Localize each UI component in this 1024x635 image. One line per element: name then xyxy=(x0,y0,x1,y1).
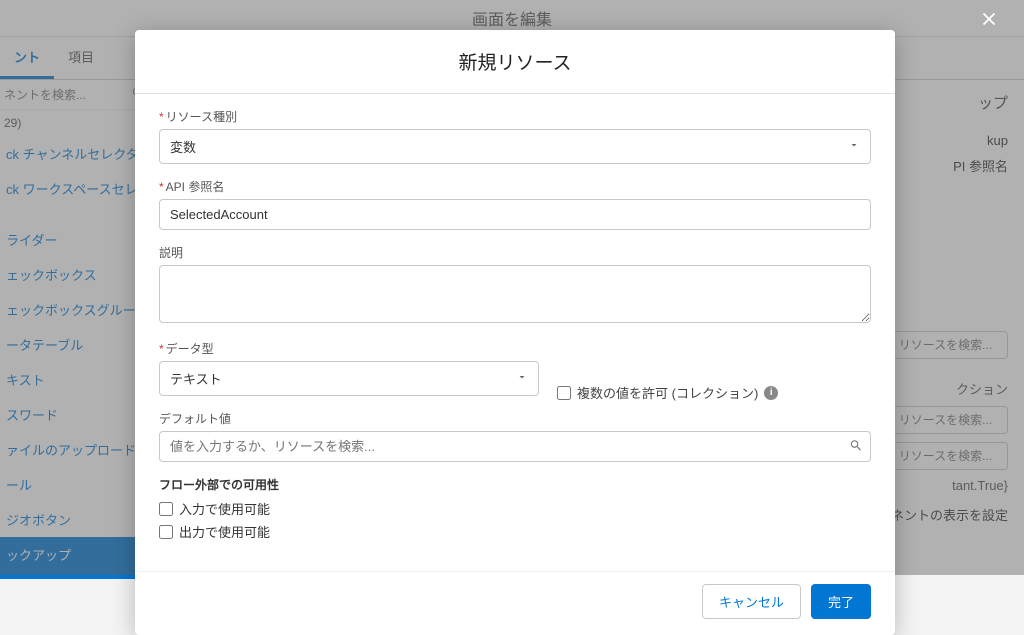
data-type-label: *データ型 xyxy=(159,340,539,357)
collection-checkbox-label[interactable]: 複数の値を許可 (コレクション) i xyxy=(557,383,778,410)
data-type-value: テキスト xyxy=(170,369,222,388)
data-type-select[interactable]: テキスト xyxy=(159,361,539,396)
avail-output-checkbox[interactable] xyxy=(159,525,173,539)
resource-type-label: *リソース種別 xyxy=(159,108,871,125)
chevron-down-icon xyxy=(516,371,528,386)
collection-checkbox[interactable] xyxy=(557,386,571,400)
avail-input-label[interactable]: 入力で使用可能 xyxy=(159,499,871,518)
avail-input-checkbox[interactable] xyxy=(159,502,173,516)
default-value-label: デフォルト値 xyxy=(159,410,871,427)
resource-type-value: 変数 xyxy=(170,137,196,156)
description-label: 説明 xyxy=(159,244,871,261)
info-icon[interactable]: i xyxy=(764,386,778,400)
search-icon xyxy=(849,438,863,455)
close-icon[interactable] xyxy=(978,8,1000,33)
done-button[interactable]: 完了 xyxy=(811,584,871,619)
api-name-label: *API 参照名 xyxy=(159,178,871,195)
avail-output-label[interactable]: 出力で使用可能 xyxy=(159,522,871,541)
new-resource-modal: 新規リソース *リソース種別 変数 *API 参照名 説明 *データ型 テキスト xyxy=(135,30,895,635)
chevron-down-icon xyxy=(848,139,860,154)
api-name-input[interactable] xyxy=(159,199,871,230)
resource-type-select[interactable]: 変数 xyxy=(159,129,871,164)
description-input[interactable] xyxy=(159,265,871,323)
cancel-button[interactable]: キャンセル xyxy=(702,584,801,619)
default-value-input[interactable] xyxy=(159,431,871,462)
modal-title: 新規リソース xyxy=(135,30,895,94)
availability-title: フロー外部での可用性 xyxy=(159,476,871,493)
